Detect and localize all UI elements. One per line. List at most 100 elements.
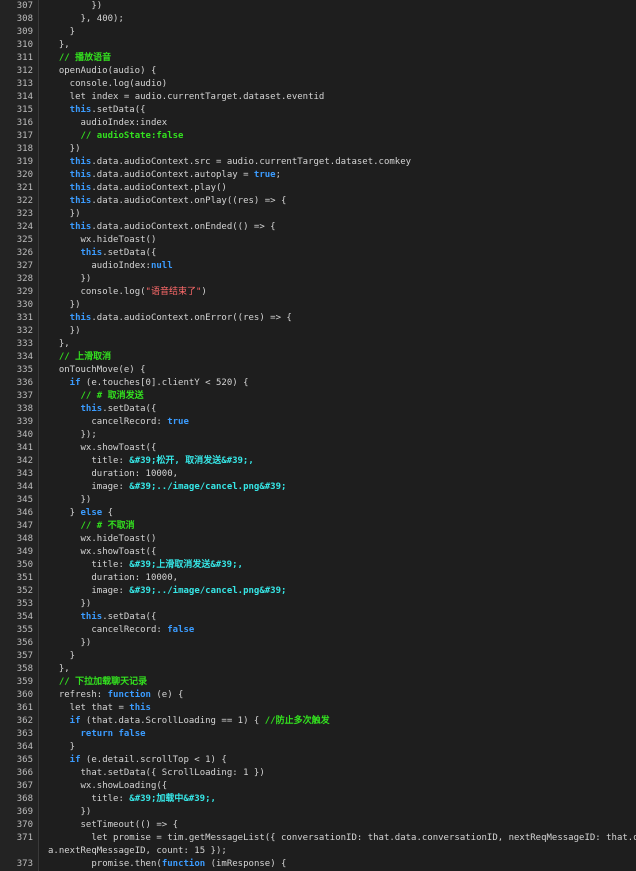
line-number: 340 xyxy=(16,430,33,440)
code-token: }) xyxy=(69,209,81,219)
code-text: wx.showToast({ xyxy=(81,442,157,455)
code-token: }) xyxy=(80,807,92,817)
line-number: 331 xyxy=(16,313,33,323)
keyword-token: function xyxy=(107,690,151,700)
comment-token: // # 不取消 xyxy=(80,521,135,531)
code-text: image: &#39;../image/cancel.png&#39; xyxy=(91,585,286,598)
code-text: duration: 10000, xyxy=(91,572,178,585)
code-text: wx.showLoading({ xyxy=(81,780,168,793)
code-editor[interactable]: 307}) 308}, 400); 309} 310}, 311// 播放语音 312 op… xyxy=(0,0,636,871)
line-number: 345 xyxy=(16,495,33,505)
line-number: 354 xyxy=(16,612,33,622)
code-line: 347 // # 不取消 xyxy=(0,520,636,533)
code-text: refresh: function (e) { xyxy=(59,689,184,702)
line-number: 330 xyxy=(16,300,33,310)
code-line: 370 setTimeout(() => { xyxy=(0,819,636,832)
line-number: 324 xyxy=(16,222,33,232)
code-line: 364} xyxy=(0,741,636,754)
code-text: } xyxy=(70,741,75,754)
code-text: that.setData({ ScrollLoading: 1 }) xyxy=(81,767,265,780)
keyword-token: true xyxy=(167,417,189,427)
code-token: wx.showToast({ xyxy=(80,443,157,453)
code-text: if (e.detail.scrollTop < 1) { xyxy=(70,754,227,767)
code-text: }, xyxy=(59,663,70,676)
code-line: 334 // 上滑取消 xyxy=(0,351,636,364)
code-line: 330}) xyxy=(0,299,636,312)
line-number: 348 xyxy=(16,534,33,544)
code-token: } xyxy=(69,742,76,752)
line-number: 355 xyxy=(16,625,33,635)
code-line: 369}) xyxy=(0,806,636,819)
code-text: // audioState:false xyxy=(81,130,184,143)
code-text: a.nextReqMessageID, count: 15 }); xyxy=(48,845,227,858)
line-number: 316 xyxy=(16,118,33,128)
code-text: } xyxy=(70,650,75,663)
code-line: 321 this.data.audioContext.play() xyxy=(0,182,636,195)
code-lines: 307}) 308}, 400); 309} 310}, 311// 播放语音 312 op… xyxy=(0,0,636,871)
line-number: 328 xyxy=(16,274,33,284)
line-number: 351 xyxy=(16,573,33,583)
code-line: 337 // # 取消发送 xyxy=(0,390,636,403)
code-token: .data.audioContext.play() xyxy=(91,183,227,193)
line-number: 318 xyxy=(16,144,33,154)
code-line: 339 cancelRecord: true xyxy=(0,416,636,429)
code-line: 372a.nextReqMessageID, count: 15 }); xyxy=(0,845,636,858)
code-text: this.setData({ xyxy=(81,403,157,416)
code-text: }) xyxy=(70,208,81,221)
code-line: 313 console.log(audio) xyxy=(0,78,636,91)
keyword-token: this xyxy=(69,313,92,323)
code-token: }); xyxy=(80,430,97,440)
keyword-token: if xyxy=(69,755,81,765)
comment-token: // 播放语音 xyxy=(58,53,112,63)
line-number: 358 xyxy=(16,664,33,674)
line-number: 357 xyxy=(16,651,33,661)
code-line: 338 this.setData({ xyxy=(0,403,636,416)
code-token: duration: 10000, xyxy=(91,573,179,583)
line-number: 322 xyxy=(16,196,33,206)
code-text: title: &#39;上滑取消发送&#39;, xyxy=(91,559,243,572)
code-text: if (that.data.ScrollLoading == 1) { //防止… xyxy=(70,715,330,728)
line-number: 321 xyxy=(16,183,33,193)
code-text: this.data.audioContext.onPlay((res) => { xyxy=(70,195,287,208)
code-token: console.log( xyxy=(80,287,146,297)
code-line: 308}, 400); xyxy=(0,13,636,26)
code-token: }) xyxy=(80,599,92,609)
line-number: 312 xyxy=(16,66,33,76)
line-number: 342 xyxy=(16,456,33,466)
line-number: 309 xyxy=(16,27,33,37)
code-line: 351 duration: 10000, xyxy=(0,572,636,585)
code-token: .setData({ xyxy=(102,404,157,414)
code-token: ; xyxy=(275,170,282,180)
keyword-token: this xyxy=(69,105,92,115)
code-token: title: xyxy=(91,560,130,570)
code-line: 319 this.data.audioContext.src = audio.cu… xyxy=(0,156,636,169)
code-text: duration: 10000, xyxy=(91,468,178,481)
code-token: }, xyxy=(58,40,70,50)
code-text: audioIndex:index xyxy=(81,117,168,130)
code-token: (imResponse) { xyxy=(205,859,287,869)
keyword-token: this xyxy=(80,612,103,622)
keyword-token: this xyxy=(69,222,92,232)
code-line: 314 let index = audio.currentTarget.datas… xyxy=(0,91,636,104)
code-token: onTouchMove(e) { xyxy=(58,365,146,375)
code-line: 373 promise.then(function (imResponse) { xyxy=(0,858,636,871)
code-token: audioIndex: xyxy=(91,261,151,271)
line-number: 337 xyxy=(16,391,33,401)
keyword-token: this xyxy=(69,157,92,167)
code-token: } xyxy=(69,508,81,518)
code-line: 342 title: &#39;松开, 取消发送&#39;, xyxy=(0,455,636,468)
code-line: 367 wx.showLoading({ xyxy=(0,780,636,793)
code-token: wx.hideToast() xyxy=(80,235,157,245)
code-token: wx.showLoading({ xyxy=(80,781,168,791)
code-text: // 播放语音 xyxy=(59,52,111,65)
line-number: 317 xyxy=(16,131,33,141)
code-text: }); xyxy=(81,429,97,442)
code-line: 336 if (e.touches[0].clientY < 520) { xyxy=(0,377,636,390)
code-token: (e) { xyxy=(150,690,184,700)
line-number: 346 xyxy=(16,508,33,518)
code-token: .data.audioContext.onEnded(() => { xyxy=(91,222,276,232)
code-text: audioIndex:null xyxy=(91,260,172,273)
code-token: image: xyxy=(91,482,130,492)
code-text: onTouchMove(e) { xyxy=(59,364,146,377)
code-token: } xyxy=(69,27,76,37)
